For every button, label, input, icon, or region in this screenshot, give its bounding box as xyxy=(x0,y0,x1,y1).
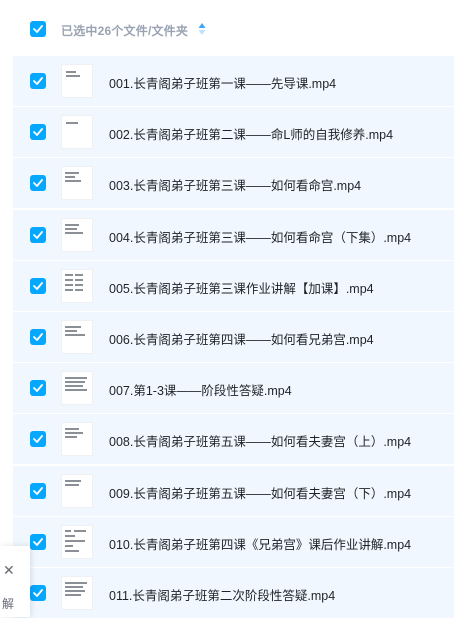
video-thumbnail-icon xyxy=(61,320,93,354)
checkmark-icon xyxy=(33,230,43,239)
select-all-checkbox[interactable] xyxy=(30,21,46,37)
checkmark-icon xyxy=(33,77,43,85)
file-checkbox[interactable] xyxy=(30,277,46,294)
video-thumbnail-icon xyxy=(61,524,93,559)
video-thumbnail-icon xyxy=(61,371,93,406)
file-row[interactable]: 001.长青阁弟子班第一课——先导课.mp4 xyxy=(13,56,454,106)
close-icon[interactable]: ✕ xyxy=(3,563,15,577)
file-list-panel: 已选中26个文件/文件夹 001.长青阁弟子班第一课——先导课.mp4 002.长… xyxy=(13,0,454,618)
checkmark-icon xyxy=(33,486,43,495)
file-name[interactable]: 004.长青阁弟子班第三课——如何看命宫（下集）.mp4 xyxy=(109,227,411,246)
file-name[interactable]: 006.长青阁弟子班第四课——如何看兄弟宫.mp4 xyxy=(109,329,374,348)
file-name[interactable]: 005.长青阁弟子班第三课作业讲解【加课】.mp4 xyxy=(109,278,374,297)
file-row[interactable]: 004.长青阁弟子班第三课——如何看命宫（下集）.mp4 xyxy=(13,209,454,260)
file-row[interactable]: 003.长青阁弟子班第三课——如何看命宫.mp4 xyxy=(13,158,454,209)
file-checkbox[interactable] xyxy=(30,431,46,448)
video-thumbnail-icon xyxy=(61,217,93,252)
file-row[interactable]: 006.长青阁弟子班第四课——如何看兄弟宫.mp4 xyxy=(13,312,454,362)
file-name[interactable]: 011.长青阁弟子班第二次阶段性答疑.mp4 xyxy=(109,585,335,604)
checkmark-icon xyxy=(33,384,43,393)
file-checkbox[interactable] xyxy=(30,482,46,499)
file-name[interactable]: 002.长青阁弟子班第二课——命L师的自我修养.mp4 xyxy=(109,124,393,143)
checkmark-icon xyxy=(33,435,43,444)
checkmark-icon xyxy=(33,128,43,137)
video-thumbnail-icon xyxy=(61,64,93,98)
file-checkbox[interactable] xyxy=(30,380,46,397)
file-row[interactable]: 007.第1-3课——阶段性答疑.mp4 xyxy=(13,363,454,414)
checkmark-icon xyxy=(33,25,43,33)
file-name[interactable]: 010.长青阁弟子班第四课《兄弟宫》课后作业讲解.mp4 xyxy=(109,534,411,553)
side-popup: ✕ 解 xyxy=(0,546,30,617)
video-thumbnail-icon xyxy=(61,268,93,303)
checkmark-icon xyxy=(33,537,43,546)
checkmark-icon xyxy=(33,589,43,597)
video-thumbnail-icon xyxy=(61,473,93,508)
video-thumbnail-icon xyxy=(61,576,93,610)
video-thumbnail-icon xyxy=(61,166,93,201)
file-row[interactable]: 009.长青阁弟子班第五课——如何看夫妻宫（下）.mp4 xyxy=(13,465,454,516)
selection-count-label: 已选中26个文件/文件夹 xyxy=(61,24,189,38)
file-row[interactable]: 008.长青阁弟子班第五课——如何看夫妻宫（上）.mp4 xyxy=(13,414,454,465)
file-checkbox[interactable] xyxy=(30,175,46,192)
file-checkbox[interactable] xyxy=(30,124,46,141)
file-checkbox[interactable] xyxy=(30,226,46,243)
file-checkbox[interactable] xyxy=(30,329,46,345)
file-row[interactable]: 011.长青阁弟子班第二次阶段性答疑.mp4 xyxy=(13,568,454,618)
file-name[interactable]: 007.第1-3课——阶段性答疑.mp4 xyxy=(109,380,292,399)
file-checkbox[interactable] xyxy=(30,73,46,89)
video-thumbnail-icon xyxy=(61,422,93,457)
file-checkbox[interactable] xyxy=(30,585,46,601)
file-row[interactable]: 002.长青阁弟子班第二课——命L师的自我修养.mp4 xyxy=(13,107,454,158)
video-thumbnail-icon xyxy=(61,115,93,150)
side-popup-label: 解 xyxy=(2,597,15,611)
checkmark-icon xyxy=(33,179,43,188)
file-name[interactable]: 001.长青阁弟子班第一课——先导课.mp4 xyxy=(109,73,336,92)
file-name[interactable]: 003.长青阁弟子班第三课——如何看命宫.mp4 xyxy=(109,175,361,194)
sort-arrows-icon[interactable] xyxy=(198,22,206,36)
file-name[interactable]: 009.长青阁弟子班第五课——如何看夫妻宫（下）.mp4 xyxy=(109,483,411,502)
file-row[interactable]: 005.长青阁弟子班第三课作业讲解【加课】.mp4 xyxy=(13,260,454,311)
checkmark-icon xyxy=(33,281,43,290)
selection-header: 已选中26个文件/文件夹 xyxy=(13,0,454,58)
file-row[interactable]: 010.长青阁弟子班第四课《兄弟宫》课后作业讲解.mp4 xyxy=(13,516,454,567)
file-name[interactable]: 008.长青阁弟子班第五课——如何看夫妻宫（上）.mp4 xyxy=(109,431,411,450)
checkmark-icon xyxy=(33,333,43,341)
file-checkbox[interactable] xyxy=(30,533,46,550)
